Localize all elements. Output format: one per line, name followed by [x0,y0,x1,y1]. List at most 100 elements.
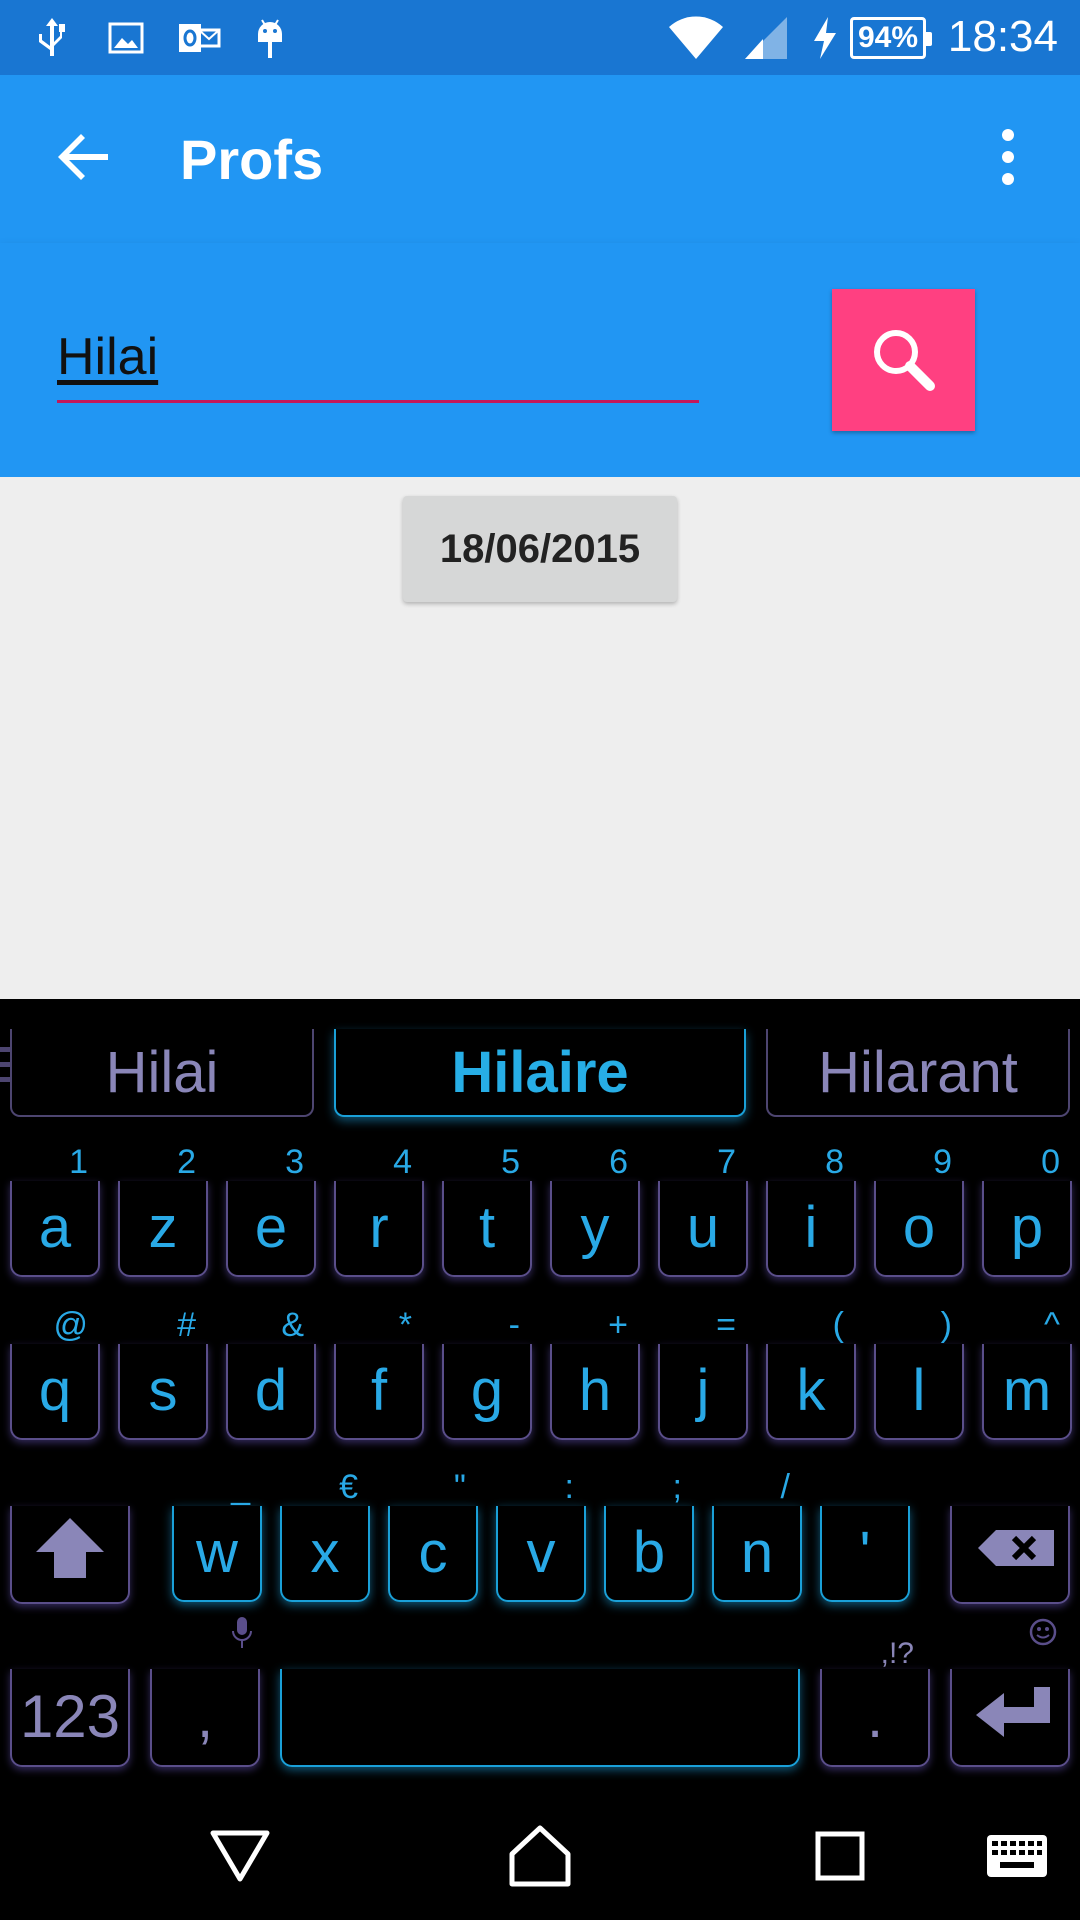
comma-key-label: , [196,1685,214,1750]
more-vert-icon [1002,129,1014,185]
period-key[interactable]: ,!? . [820,1637,930,1767]
key-alt-label: / [780,1468,790,1506]
key-alt-label: ; [672,1468,682,1506]
clock: 18:34 [947,12,1058,61]
key-label: ' [859,1520,871,1585]
search-icon [873,330,935,391]
usb-icon [32,14,72,62]
key-alt-label: € [339,1468,358,1506]
shift-icon [36,1518,104,1578]
key-y[interactable]: 6y [550,1143,640,1277]
overflow-menu-button[interactable] [984,125,1032,189]
enter-key[interactable] [950,1618,1070,1767]
key-label: c [418,1520,448,1585]
key-z[interactable]: 2z [118,1143,208,1277]
key-alt-label: _ [231,1468,250,1506]
key-alt-label: + [608,1306,628,1344]
date-button[interactable]: 18/06/2015 [403,496,677,602]
key-label: t [478,1195,496,1260]
back-button[interactable] [52,125,116,189]
key-f[interactable]: * f [334,1306,424,1440]
key-alt-label: 0 [1041,1143,1060,1181]
numbers-key[interactable]: 123 [10,1669,130,1767]
key-k[interactable]: (k [766,1306,856,1440]
key-b[interactable]: ; b [604,1468,694,1602]
space-key[interactable] [280,1669,800,1767]
key-x[interactable]: € x [280,1468,370,1602]
search-input[interactable] [57,313,699,403]
key-apostrophe[interactable]: ' [820,1506,910,1602]
key-alt-label: = [716,1306,736,1344]
nav-home-button[interactable] [500,1816,580,1896]
key-alt-label: 6 [609,1143,628,1181]
key-a[interactable]: 1a [10,1143,100,1277]
image-icon [106,14,146,62]
period-key-label: . [866,1685,884,1750]
key-d[interactable]: & d [226,1306,316,1440]
status-bar: 94% 18:34 [0,0,1080,75]
key-label: d [254,1358,288,1423]
key-alt-label: ( [832,1306,844,1344]
signal-icon [740,14,790,62]
page-title: Profs [180,128,324,191]
shift-key[interactable] [10,1506,130,1604]
key-p[interactable]: 0p [982,1143,1072,1277]
key-q[interactable]: @ q [10,1306,100,1440]
key-alt-label: 2 [177,1143,196,1181]
key-label: l [912,1358,926,1423]
key-l[interactable]: ) l [874,1306,964,1440]
key-alt-label: @ [53,1306,88,1344]
emoji-icon [1029,1618,1057,1646]
key-label: a [38,1195,72,1260]
battery-icon: 94% [850,17,932,59]
keyboard-icon [987,1835,1047,1877]
key-s[interactable]: # s [118,1306,208,1440]
key-alt-label: 9 [933,1143,952,1181]
key-c[interactable]: " c [388,1468,478,1602]
key-e[interactable]: 3e [226,1143,316,1277]
content-area: 18/06/2015 [0,477,1080,999]
key-v[interactable]: :v [496,1468,586,1602]
comma-key[interactable]: , [150,1617,260,1767]
key-alt-label: ^ [1044,1306,1060,1344]
key-label: g [470,1358,504,1423]
key-alt-label: * [398,1306,412,1344]
key-label: u [686,1195,720,1260]
backspace-key[interactable] [950,1506,1070,1604]
key-alt-label: 7 [717,1143,736,1181]
key-j[interactable]: = j [658,1306,748,1440]
search-button[interactable] [832,289,975,431]
key-label: f [370,1358,388,1423]
microphone-icon [232,1617,252,1648]
key-m[interactable]: ^ m [982,1306,1072,1440]
key-label: m [1002,1358,1052,1423]
key-g[interactable]: -g [442,1306,532,1440]
key-u[interactable]: 7u [658,1143,748,1277]
enter-icon [976,1687,1050,1737]
battery-percent: 94% [857,21,919,54]
key-label: q [38,1358,72,1423]
suggestion-item-primary[interactable]: Hilaire [334,1029,746,1117]
key-label: r [369,1195,389,1260]
key-o[interactable]: 9o [874,1143,964,1277]
key-t[interactable]: 5t [442,1143,532,1277]
suggestion-item[interactable]: Hilai [10,1029,314,1117]
suggestion-item[interactable]: Hilarant [766,1029,1070,1117]
key-label: y [580,1195,610,1260]
period-key-alt: ,!? [880,1637,914,1670]
nav-recents-button[interactable] [800,1816,880,1896]
key-label: h [578,1358,612,1423]
search-panel [0,243,1080,477]
key-w[interactable]: _ w [172,1468,262,1602]
key-h[interactable]: + h [550,1306,640,1440]
navigation-bar [0,1780,1080,1920]
android-icon [250,14,290,62]
nav-back-button[interactable] [200,1816,280,1896]
home-icon [509,1825,571,1887]
key-r[interactable]: 4r [334,1143,424,1277]
keyboard-switch-button[interactable] [982,1816,1052,1896]
recents-icon [815,1831,865,1881]
back-triangle-icon [210,1830,270,1882]
key-i[interactable]: 8i [766,1143,856,1277]
key-n[interactable]: / n [712,1468,802,1602]
